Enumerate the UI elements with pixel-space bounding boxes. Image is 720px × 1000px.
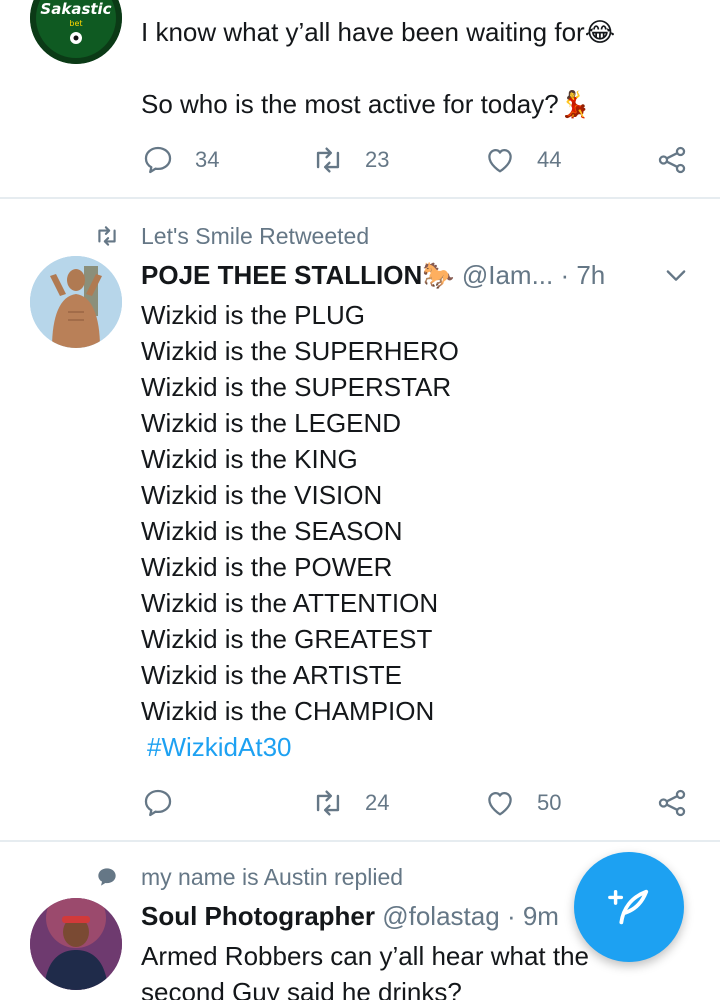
tweet-text-line: Wizkid is the SUPERSTAR [141, 372, 452, 402]
tweet-text-line: second Guy said he drinks? [141, 977, 462, 1000]
tweet-header: POJE THEE STALLION🐎 @Iam... · 7h [141, 257, 690, 293]
reply-count: 34 [195, 147, 220, 172]
svg-text:Sakastic: Sakastic [40, 0, 111, 18]
tweet-text-line: I know what y’all have been waiting for😂 [141, 17, 616, 47]
display-name[interactable]: POJE THEE STALLION🐎 [141, 260, 455, 290]
display-name[interactable]: Soul Photographer [141, 901, 375, 931]
tweet-text-line: Wizkid is the ATTENTION [141, 588, 439, 618]
tweet-text-line: Wizkid is the ARTISTE [141, 660, 403, 690]
tweet-text-line: Wizkid is the GREATEST [141, 624, 433, 654]
retweet-icon [316, 790, 340, 816]
heart-icon [488, 791, 512, 816]
tweet-text-line: Wizkid is the SUPERHERO [141, 336, 459, 366]
tweet-actions: 24 50 [141, 783, 690, 823]
chevron-down-icon[interactable] [662, 261, 690, 289]
reply-icon [144, 146, 172, 174]
tweet-text-line: Wizkid is the VISION [141, 480, 383, 510]
hashtag-link[interactable]: #WizkidAt30 [147, 729, 690, 765]
tweet-text-line: Wizkid is the CHAMPION [141, 696, 435, 726]
tweet-text-line: Wizkid is the KING [141, 444, 358, 474]
retweet-count: 23 [365, 147, 390, 172]
tweet-sakastic[interactable]: Sakastic bet I know what y’all have been… [0, 0, 720, 198]
avatar-photo [30, 898, 122, 990]
tweet-text-line: Wizkid is the POWER [141, 552, 393, 582]
avatar[interactable]: Sakastic bet [30, 0, 122, 64]
retweeted-context: Let's Smile Retweeted [0, 221, 720, 251]
retweet-button[interactable]: 23 [311, 140, 389, 180]
heart-icon [488, 148, 512, 173]
share-icon [658, 789, 686, 817]
user-handle[interactable]: @folastag [382, 901, 499, 931]
avatar[interactable] [30, 256, 122, 348]
retweeted-by-label: Let's Smile Retweeted [141, 223, 370, 249]
retweet-icon [98, 226, 116, 246]
user-handle[interactable]: @Iam... [462, 260, 553, 290]
sakastic-logo: Sakastic bet [30, 0, 122, 64]
tweet-text-line: So who is the most active for today?💃 [141, 89, 592, 119]
like-button[interactable]: 50 [483, 783, 561, 823]
svg-text:bet: bet [69, 19, 82, 28]
retweet-count: 24 [365, 790, 390, 815]
tweet-time: · 7h [560, 260, 606, 290]
share-icon [658, 146, 686, 174]
like-button[interactable]: 44 [483, 140, 561, 180]
avatar[interactable] [30, 898, 122, 990]
tweet-time: · 9m [506, 901, 559, 931]
compose-tweet-icon [608, 889, 649, 925]
tweet-poje-thee-stallion[interactable]: Let's Smile Retweeted POJE THEE STALLION… [0, 199, 720, 840]
reply-button[interactable]: 34 [141, 140, 219, 180]
tweet-actions: 34 23 44 [141, 140, 690, 180]
replied-by-label: my name is Austin replied [141, 864, 404, 890]
reply-button[interactable] [141, 783, 195, 823]
retweet-button[interactable]: 24 [311, 783, 389, 823]
retweet-icon [316, 147, 340, 173]
reply-bubble-icon [98, 868, 116, 886]
tweet-body: Wizkid is the PLUG Wizkid is the SUPERHE… [141, 297, 690, 765]
share-button[interactable] [655, 140, 689, 180]
like-count: 50 [537, 790, 562, 815]
share-button[interactable] [655, 783, 689, 823]
tweet-text-line: Wizkid is the LEGEND [141, 408, 402, 438]
tweet-text-line: Wizkid is the SEASON [141, 516, 403, 546]
avatar-photo [30, 256, 122, 348]
reply-icon [144, 789, 172, 817]
compose-tweet-button[interactable] [574, 852, 684, 962]
like-count: 44 [537, 147, 562, 172]
tweet-text-line [141, 50, 690, 86]
tweet-text-line: Wizkid is the PLUG [141, 300, 365, 330]
